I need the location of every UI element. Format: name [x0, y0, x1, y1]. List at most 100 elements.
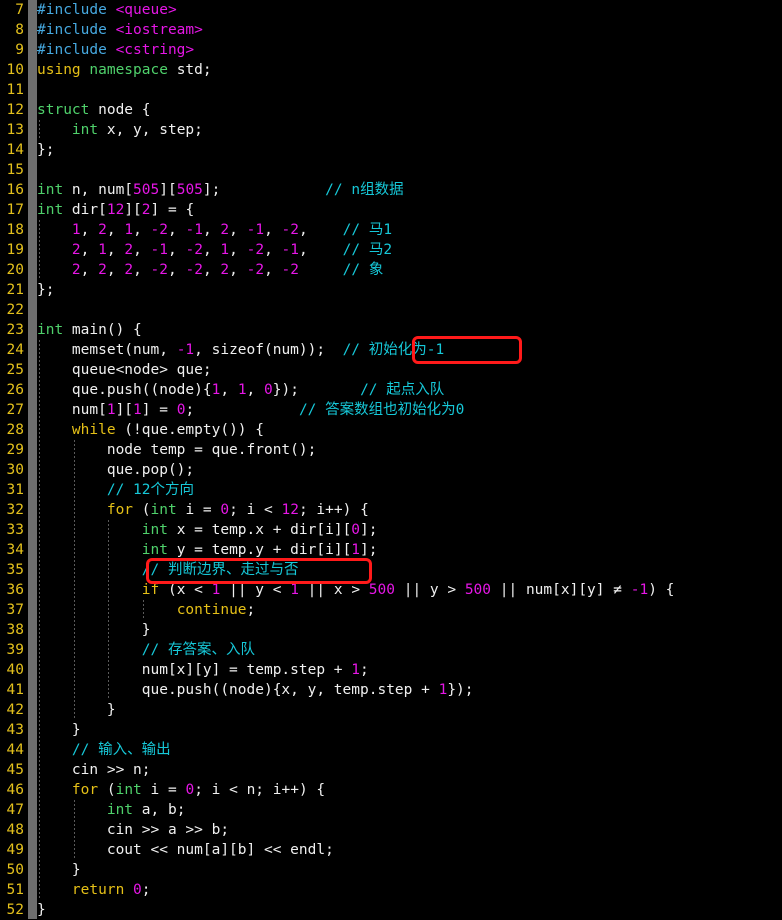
code-line[interactable]: int x = temp.x + dir[i][0]; [37, 520, 782, 540]
code-line[interactable]: node temp = que.front(); [37, 440, 782, 460]
code-line[interactable]: struct node { [37, 100, 782, 120]
indent-guide [38, 700, 40, 720]
code-token-cmt: // 马1 [342, 222, 393, 238]
code-token-pln: , [229, 242, 247, 258]
code-line[interactable]: for (int i = 0; i < n; i++) { [37, 780, 782, 800]
code-line[interactable]: #include <cstring> [37, 40, 782, 60]
code-line[interactable] [37, 160, 782, 180]
code-token-pln: || x > [298, 582, 369, 598]
code-line[interactable]: } [37, 620, 782, 640]
code-line[interactable]: while (!que.empty()) { [37, 420, 782, 440]
indent-guide [38, 780, 40, 800]
code-token-num: 2 [124, 262, 134, 278]
indent-guide [73, 580, 75, 600]
code-token-pln: , [229, 262, 247, 278]
indent-guide [38, 480, 40, 500]
code-line[interactable]: 2, 1, 2, -1, -2, 1, -2, -1, // 马2 [37, 240, 782, 260]
code-line[interactable]: 2, 2, 2, -2, -2, 2, -2, -2 // 象 [37, 260, 782, 280]
indent-guide [73, 800, 75, 820]
code-token-cmt: // 输入、输出 [71, 742, 171, 758]
line-number: 42 [6, 702, 24, 718]
code-line[interactable] [37, 80, 782, 100]
code-line[interactable]: }; [37, 140, 782, 160]
code-line[interactable]: que.pop(); [37, 460, 782, 480]
code-line[interactable]: cin >> a >> b; [37, 820, 782, 840]
code-line[interactable]: for (int i = 0; i < 12; i++) { [37, 500, 782, 520]
code-editor[interactable]: 7 8 9 10 11 12 13 14 15 16 17 18 19 20 21 22 23 24 25 26 27 2… [0, 0, 782, 919]
code-token-pln: , [106, 222, 125, 238]
code-line[interactable]: queue<node> que; [37, 360, 782, 380]
code-line[interactable]: int a, b; [37, 800, 782, 820]
indent-guide [38, 500, 40, 520]
code-token-num: -2 [281, 222, 300, 238]
code-token-num: -2 [185, 262, 203, 278]
code-line[interactable]: int dir[12][2] = { [37, 200, 782, 220]
code-token-pln: (!que.empty()) { [115, 422, 264, 438]
indent-guide [108, 660, 110, 680]
code-line[interactable]: using namespace std; [37, 60, 782, 80]
code-token-pln [37, 522, 142, 538]
code-token-num: 2 [141, 202, 151, 218]
code-line[interactable]: #include <iostream> [37, 20, 782, 40]
code-token-pln [107, 42, 116, 58]
code-line[interactable]: return 0; [37, 880, 782, 900]
code-line[interactable]: continue; [37, 600, 782, 620]
code-line[interactable]: que.push((node){1, 1, 0}); // 起点入队 [37, 380, 782, 400]
code-line[interactable]: // 12个方向 [37, 480, 782, 500]
indent-guide [38, 840, 40, 860]
code-token-inc: <cstring> [115, 42, 195, 58]
code-token-inc: <queue> [115, 2, 177, 18]
line-number: 9 [15, 42, 24, 58]
code-token-pln: cin >> n; [37, 762, 151, 778]
line-number: 7 [15, 2, 24, 18]
code-token-typ: int [37, 182, 64, 198]
code-token-num: 1 [133, 402, 142, 418]
indent-guide [38, 600, 40, 620]
code-token-pln: , [220, 382, 238, 398]
code-line[interactable]: int n, num[505][505]; // n组数据 [37, 180, 782, 200]
code-line[interactable]: num[x][y] = temp.step + 1; [37, 660, 782, 680]
code-line[interactable]: cout << num[a][b] << endl; [37, 840, 782, 860]
code-token-num: 2 [71, 262, 81, 278]
code-token-pln: , [299, 242, 308, 258]
code-token-num: 2 [124, 242, 134, 258]
gutter-scroll-bar[interactable] [28, 0, 37, 919]
code-content[interactable]: #include <queue> #include <iostream> #incl… [37, 0, 782, 919]
code-token-num: 1 [351, 662, 361, 678]
code-line[interactable]: cin >> n; [37, 760, 782, 780]
code-token-pln: ( [98, 782, 116, 798]
code-token-pln: a, b; [133, 802, 186, 818]
code-line[interactable]: int main() { [37, 320, 782, 340]
code-token-num: 500 [368, 582, 395, 598]
code-line[interactable]: }; [37, 280, 782, 300]
code-line[interactable]: } [37, 860, 782, 880]
code-line[interactable] [37, 300, 782, 320]
code-token-pln: ]; [360, 542, 378, 558]
code-line[interactable]: } [37, 900, 782, 919]
indent-guide [38, 580, 40, 600]
code-token-pln: || y > [394, 582, 465, 598]
line-number: 10 [6, 62, 24, 78]
code-line[interactable]: } [37, 720, 782, 740]
indent-guide [73, 440, 75, 460]
code-line[interactable]: if (x < 1 || y < 1 || x > 500 || y > 500… [37, 580, 782, 600]
line-number: 23 [6, 322, 24, 338]
code-line[interactable]: // 输入、输出 [37, 740, 782, 760]
code-line[interactable]: int x, y, step; [37, 120, 782, 140]
code-line[interactable]: 1, 2, 1, -2, -1, 2, -1, -2, // 马1 [37, 220, 782, 240]
indent-guide [38, 740, 40, 760]
code-token-pln [308, 222, 343, 238]
code-line[interactable]: num[1][1] = 0; // 答案数组也初始化为0 [37, 400, 782, 420]
code-line[interactable]: // 存答案、入队 [37, 640, 782, 660]
code-line[interactable]: que.push((node){x, y, temp.step + 1}); [37, 680, 782, 700]
code-line[interactable]: // 判断边界、走过与否 [37, 560, 782, 580]
code-token-pln [299, 382, 360, 398]
code-token-num: 505 [133, 182, 160, 198]
line-number: 49 [6, 842, 24, 858]
code-line[interactable]: memset(num, -1, sizeof(num)); // 初始化为-1 [37, 340, 782, 360]
code-line[interactable]: #include <queue> [37, 0, 782, 20]
code-token-typ: int [141, 542, 168, 558]
code-line[interactable]: } [37, 700, 782, 720]
code-line[interactable]: int y = temp.y + dir[i][1]; [37, 540, 782, 560]
indent-guide [108, 620, 110, 640]
